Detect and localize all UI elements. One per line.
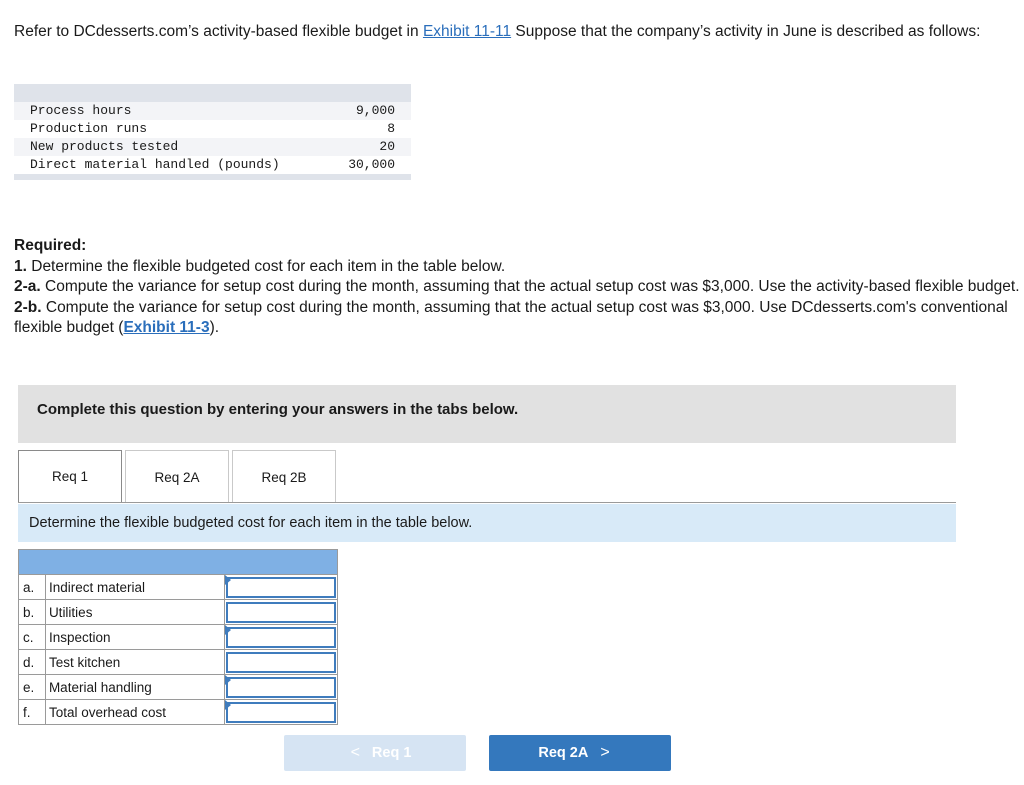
row-letter: a.: [18, 574, 46, 600]
inspection-input[interactable]: [226, 626, 336, 648]
indirect-material-input[interactable]: [226, 576, 336, 598]
table-row: b. Utilities: [18, 599, 338, 625]
tab-req-2a[interactable]: Req 2A: [125, 450, 229, 503]
row-letter: c.: [18, 624, 46, 650]
activity-label: New products tested: [30, 139, 179, 154]
activity-table-footer: [14, 174, 411, 180]
intro-text-before: Refer to DCdesserts.com’s activity-based…: [14, 23, 423, 40]
row-label: Material handling: [44, 674, 226, 700]
row-letter: e.: [18, 674, 46, 700]
chevron-right-icon: >: [600, 744, 610, 761]
activity-row: New products tested 20: [14, 138, 411, 156]
row-label: Utilities: [44, 599, 226, 625]
instruction-text: Determine the flexible budgeted cost for…: [18, 504, 956, 542]
utilities-input[interactable]: [226, 601, 336, 623]
answer-table: a. Indirect material b. Utilities c. Ins…: [18, 549, 338, 725]
input-flag-icon: [225, 700, 232, 710]
item1-number: 1.: [14, 257, 27, 275]
item1-text: Determine the flexible budgeted cost for…: [26, 257, 506, 275]
exhibit-11-3-link[interactable]: Exhibit 11-3: [123, 319, 209, 336]
row-label: Test kitchen: [44, 649, 226, 675]
tabs-divider: [18, 502, 956, 503]
intro-text: Refer to DCdesserts.com’s activity-based…: [14, 21, 1020, 42]
row-letter: d.: [18, 649, 46, 675]
activity-table-header: [14, 84, 411, 102]
prev-req-1-button[interactable]: < Req 1: [284, 735, 466, 771]
activity-value: 30,000: [348, 157, 395, 172]
activity-value: 8: [387, 121, 395, 136]
exhibit-11-11-link[interactable]: Exhibit 11-11: [423, 23, 511, 40]
answer-table-header: [18, 549, 338, 575]
item2a-text: Compute the variance for setup cost duri…: [40, 278, 1020, 296]
row-letter: b.: [18, 599, 46, 625]
table-row: c. Inspection: [18, 624, 338, 650]
item2b-end: ).: [209, 319, 220, 337]
input-flag-icon: [225, 575, 232, 585]
material-handling-input[interactable]: [226, 676, 336, 698]
activity-row: Direct material handled (pounds) 30,000: [14, 156, 411, 174]
next-button-label: Req 2A: [538, 745, 589, 761]
chevron-left-icon: <: [350, 744, 360, 761]
activity-value: 9,000: [355, 103, 395, 118]
table-row: d. Test kitchen: [18, 649, 338, 675]
item2a-number: 2-a.: [14, 278, 41, 296]
intro-text-after: Suppose that the company’s activity in J…: [511, 23, 981, 40]
row-label: Total overhead cost: [44, 699, 226, 725]
tab-req-2b[interactable]: Req 2B: [232, 450, 336, 503]
activity-row: Production runs 8: [14, 120, 411, 138]
activity-table: Process hours 9,000 Production runs 8 New …: [14, 84, 411, 180]
table-row: f. Total overhead cost: [18, 699, 338, 725]
input-flag-icon: [225, 675, 232, 685]
table-row: e. Material handling: [18, 674, 338, 700]
row-label: Indirect material: [44, 574, 226, 600]
total-overhead-cost-input[interactable]: [226, 701, 336, 723]
test-kitchen-input[interactable]: [226, 651, 336, 673]
row-letter: f.: [18, 699, 46, 725]
table-row: a. Indirect material: [18, 574, 338, 600]
next-req-2a-button[interactable]: Req 2A >: [489, 735, 671, 771]
input-flag-icon: [225, 625, 232, 635]
activity-label: Process hours: [30, 103, 132, 118]
req-tabs: Req 1 Req 2A Req 2B: [18, 450, 339, 503]
required-heading: Required:: [14, 237, 87, 254]
complete-question-banner: Complete this question by entering your …: [18, 385, 956, 443]
activity-label: Production runs: [30, 121, 148, 136]
prev-button-label: Req 1: [371, 745, 412, 761]
row-label: Inspection: [44, 624, 226, 650]
required-section: Required: 1. Determine the flexible budg…: [14, 236, 1020, 339]
tab-req-1[interactable]: Req 1: [18, 450, 122, 503]
activity-label: Direct material handled (pounds): [30, 157, 280, 172]
activity-value: 20: [379, 139, 395, 154]
item2b-number: 2-b.: [14, 298, 42, 316]
activity-row: Process hours 9,000: [14, 102, 411, 120]
